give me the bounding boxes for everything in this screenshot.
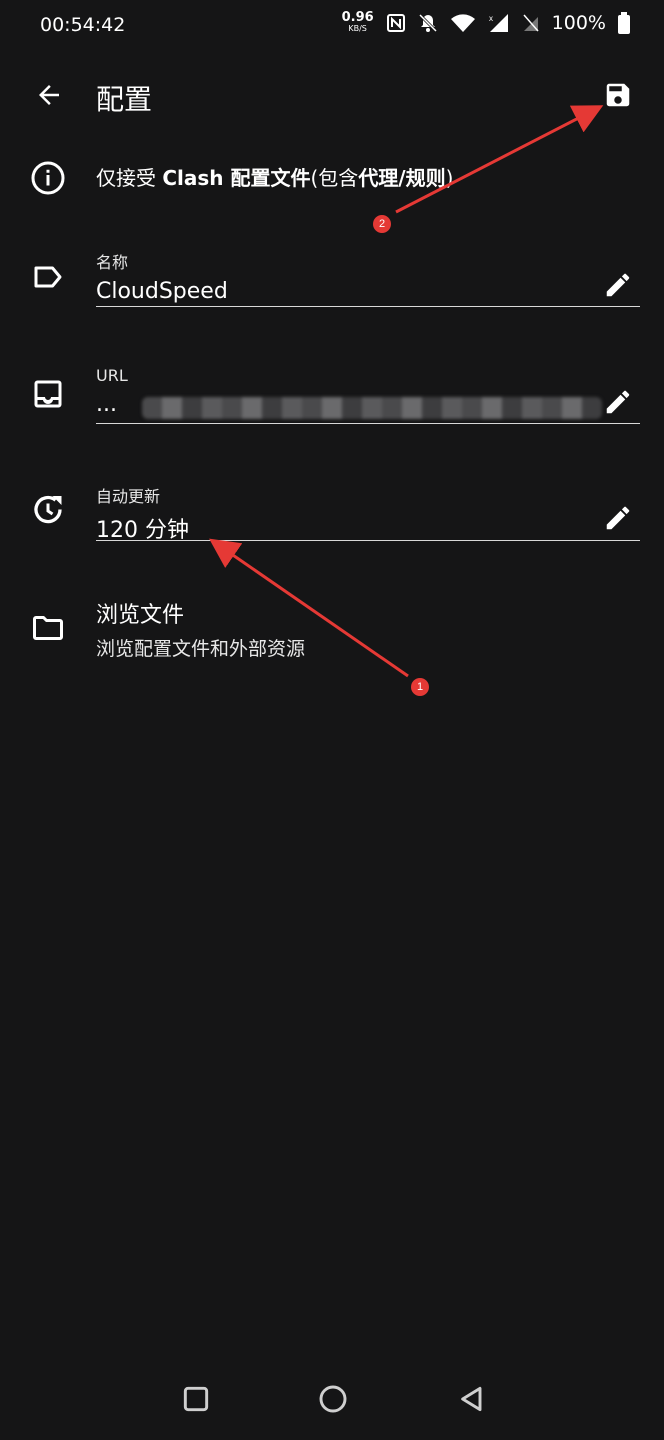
annotation-arrow-1 [209,538,409,678]
back-nav-icon[interactable] [456,1383,488,1415]
annotation-arrow-2 [395,105,604,214]
annotation-marker-2: 2 [373,215,391,233]
recents-nav-icon[interactable] [180,1383,212,1415]
annotation-marker-1: 1 [411,678,429,696]
annotation-arrows [209,105,604,678]
home-nav-icon[interactable] [317,1383,349,1415]
